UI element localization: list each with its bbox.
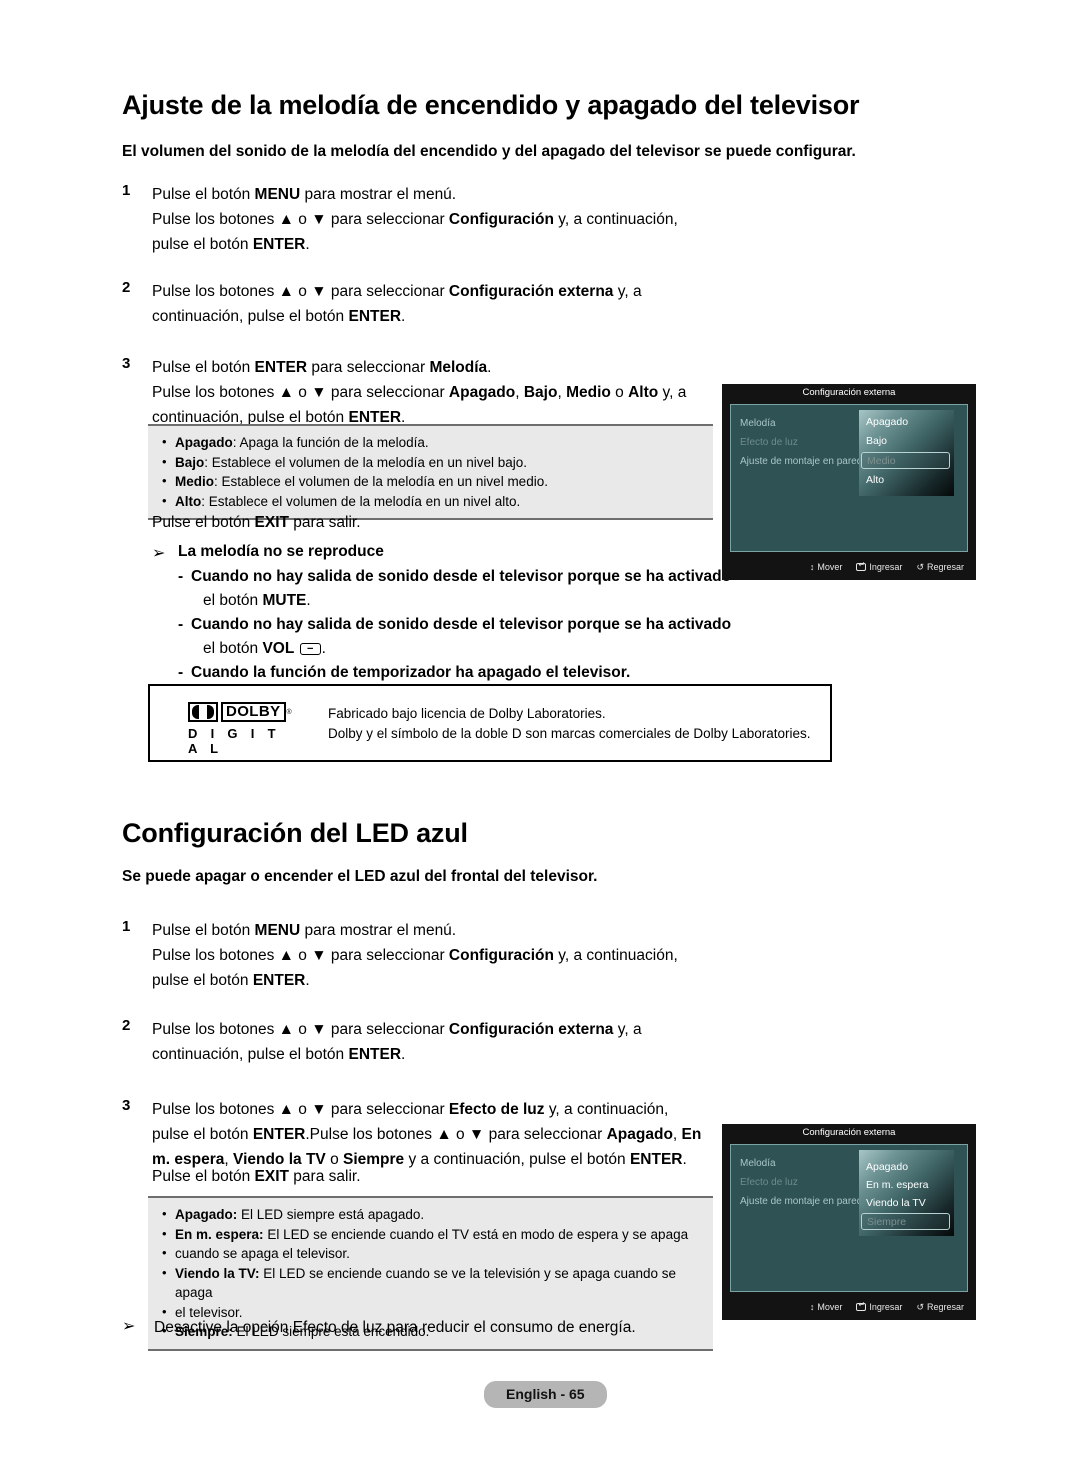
page-footer-badge: English - 65 xyxy=(484,1381,607,1408)
osd-title: Configuración externa xyxy=(722,384,976,401)
dolby-line: Dolby y el símbolo de la doble D son mar… xyxy=(328,725,811,741)
section1-exit-line: Pulse el botón EXIT para salir. xyxy=(152,514,361,531)
osd-option-apagado[interactable]: Apagado xyxy=(866,1159,908,1176)
note-item-cont: cuando se apaga el televisor. xyxy=(162,1243,703,1264)
osd-option-siempre-selected[interactable]: Siempre xyxy=(861,1213,950,1230)
osd-dropdown-led[interactable]: Apagado En m. espera Viendo la TV Siempr… xyxy=(859,1150,954,1236)
enter-key-icon xyxy=(856,1301,867,1311)
step-body: Pulse los botones ▲ o ▼ para seleccionar… xyxy=(152,279,642,329)
arrow-bullet-icon: ➢ xyxy=(122,1318,136,1335)
return-arrow-icon: ↺ xyxy=(916,1301,924,1312)
osd-option-en-m-espera[interactable]: En m. espera xyxy=(866,1177,928,1194)
osd-hint-regresar: ↺ Regresar xyxy=(916,1302,964,1313)
double-d-icon xyxy=(188,702,218,722)
arrow-block-title: La melodía no se reproduce xyxy=(178,543,384,560)
step-line: Pulse los botones ▲ o ▼ para seleccionar… xyxy=(152,211,678,228)
section1-lead: El volumen del sonido de la melodía del … xyxy=(122,143,856,160)
dolby-notice-box: DOLBY ® D I G I T A L Fabricado bajo lic… xyxy=(148,684,832,762)
step-line: pulse el botón ENTER.Pulse los botones ▲… xyxy=(152,1126,702,1143)
note-item: Viendo la TV: El LED se enciende cuando … xyxy=(162,1263,703,1303)
step-number: 3 xyxy=(122,1097,131,1114)
dash-item-cont: el botón VOL −. xyxy=(203,640,326,657)
osd-hint-label: Mover xyxy=(817,1302,843,1312)
step-line: Pulse el botón MENU para mostrar el menú… xyxy=(152,186,457,203)
note-item: Bajo: Establece el volumen de la melodía… xyxy=(162,452,703,473)
osd-hint-bar: ↕ Mover Ingresar ↺ Regresar xyxy=(722,1294,976,1320)
osd-title: Configuración externa xyxy=(722,1124,976,1141)
osd-dropdown-melody[interactable]: Apagado Bajo Medio Alto xyxy=(859,410,954,496)
osd-hint-ingresar: Ingresar xyxy=(856,1301,903,1312)
section2-lead: Se puede apagar o encender el LED azul d… xyxy=(122,868,598,885)
enter-key-icon xyxy=(856,561,867,571)
step-number: 2 xyxy=(122,1017,131,1034)
note-item: Medio: Establece el volumen de la melodí… xyxy=(162,471,703,492)
step-number: 2 xyxy=(122,279,131,296)
osd-hint-bar: ↕ Mover Ingresar ↺ Regresar xyxy=(722,554,976,580)
step-body: Pulse los botones ▲ o ▼ para seleccionar… xyxy=(152,1017,642,1067)
section1-dash-list: Cuando no hay salida de sonido desde el … xyxy=(178,565,731,685)
dash-item: Cuando no hay salida de sonido desde el … xyxy=(178,565,731,589)
step-line: Pulse los botones ▲ o ▼ para seleccionar… xyxy=(152,384,687,401)
step-line: continuación, pulse el botón ENTER. xyxy=(152,308,406,325)
osd-option-bajo[interactable]: Bajo xyxy=(866,433,887,450)
dash-item-cont: el botón MUTE. xyxy=(203,592,311,609)
up-down-arrow-icon: ↕ xyxy=(809,562,815,572)
step-body: Pulse el botón MENU para mostrar el menú… xyxy=(152,918,678,993)
note-item: Apagado: El LED siempre está apagado. xyxy=(162,1204,703,1225)
osd-hint-regresar: ↺ Regresar xyxy=(916,562,964,573)
osd-option-medio-selected[interactable]: Medio xyxy=(861,452,950,469)
step-number: 1 xyxy=(122,182,131,199)
osd-hint-label: Regresar xyxy=(926,562,964,572)
step-line: Pulse los botones ▲ o ▼ para seleccionar… xyxy=(152,947,678,964)
dolby-notice-text: Fabricado bajo licencia de Dolby Laborat… xyxy=(328,704,810,743)
section1-notebox: Apagado: Apaga la función de la melodía.… xyxy=(148,424,713,520)
step-line: pulse el botón ENTER. xyxy=(152,972,310,989)
note-item: En m. espera: El LED se enciende cuando … xyxy=(162,1224,703,1245)
osd-hint-label: Regresar xyxy=(926,1302,964,1312)
note-item: Apagado: Apaga la función de la melodía. xyxy=(162,432,703,453)
dolby-wordmark: DOLBY xyxy=(221,702,286,722)
osd-hint-label: Ingresar xyxy=(869,562,903,572)
osd-option-viendo-la-tv[interactable]: Viendo la TV xyxy=(866,1195,926,1212)
vol-down-key-icon: − xyxy=(299,643,321,655)
step-number: 1 xyxy=(122,918,131,935)
dash-item: Cuando la función de temporizador ha apa… xyxy=(178,661,731,685)
step-line: Pulse los botones ▲ o ▼ para seleccionar… xyxy=(152,1021,642,1038)
step-line: Pulse el botón MENU para mostrar el menú… xyxy=(152,922,457,939)
step-number: 3 xyxy=(122,355,131,372)
step-body: Pulse los botones ▲ o ▼ para seleccionar… xyxy=(152,1097,701,1172)
registered-mark-icon: ® xyxy=(286,708,292,716)
section1-heading: Ajuste de la melodía de encendido y apag… xyxy=(122,90,860,120)
arrow-bullet-icon: ➢ xyxy=(152,545,166,562)
osd-frame: Melodía : Efecto de luz : Ajuste de mont… xyxy=(730,404,968,552)
osd-hint-mover: ↕ Mover xyxy=(810,1302,843,1312)
step-line: pulse el botón ENTER. xyxy=(152,236,310,253)
step-line: continuación, pulse el botón ENTER. xyxy=(152,1046,406,1063)
osd-option-apagado[interactable]: Apagado xyxy=(866,414,908,431)
section2-tip-text: Desactive la opción Efecto de luz para r… xyxy=(154,1319,636,1336)
dolby-digital-logo: DOLBY ® D I G I T A L xyxy=(188,701,300,756)
osd-hint-mover: ↕ Mover xyxy=(810,562,843,572)
step-body: Pulse el botón ENTER para seleccionar Me… xyxy=(152,355,686,430)
dash-item: Cuando no hay salida de sonido desde el … xyxy=(178,613,731,637)
up-down-arrow-icon: ↕ xyxy=(809,1302,815,1312)
step-body: Pulse el botón MENU para mostrar el menú… xyxy=(152,182,678,257)
step-line: Pulse los botones ▲ o ▼ para seleccionar… xyxy=(152,283,642,300)
section2-heading: Configuración del LED azul xyxy=(122,818,468,848)
dolby-digital-subword: D I G I T A L xyxy=(188,726,281,756)
osd-hint-ingresar: Ingresar xyxy=(856,561,903,572)
manual-page: Ajuste de la melodía de encendido y apag… xyxy=(0,0,1080,1482)
osd-melody-panel[interactable]: Configuración externa Melodía : Efecto d… xyxy=(722,384,976,580)
note-item: Alto: Establece el volumen de la melodía… xyxy=(162,491,703,512)
osd-hint-label: Mover xyxy=(817,562,843,572)
osd-option-alto[interactable]: Alto xyxy=(866,472,884,489)
return-arrow-icon: ↺ xyxy=(916,561,924,572)
section2-exit-line: Pulse el botón EXIT para salir. xyxy=(152,1168,361,1185)
step-line: Pulse el botón ENTER para seleccionar Me… xyxy=(152,359,492,376)
osd-led-panel[interactable]: Configuración externa Melodía : Efecto d… xyxy=(722,1124,976,1320)
osd-hint-label: Ingresar xyxy=(869,1302,903,1312)
dolby-line: Fabricado bajo licencia de Dolby Laborat… xyxy=(328,706,606,721)
step-line: Pulse los botones ▲ o ▼ para seleccionar… xyxy=(152,1101,669,1118)
osd-frame: Melodía : Efecto de luz : Ajuste de mont… xyxy=(730,1144,968,1292)
